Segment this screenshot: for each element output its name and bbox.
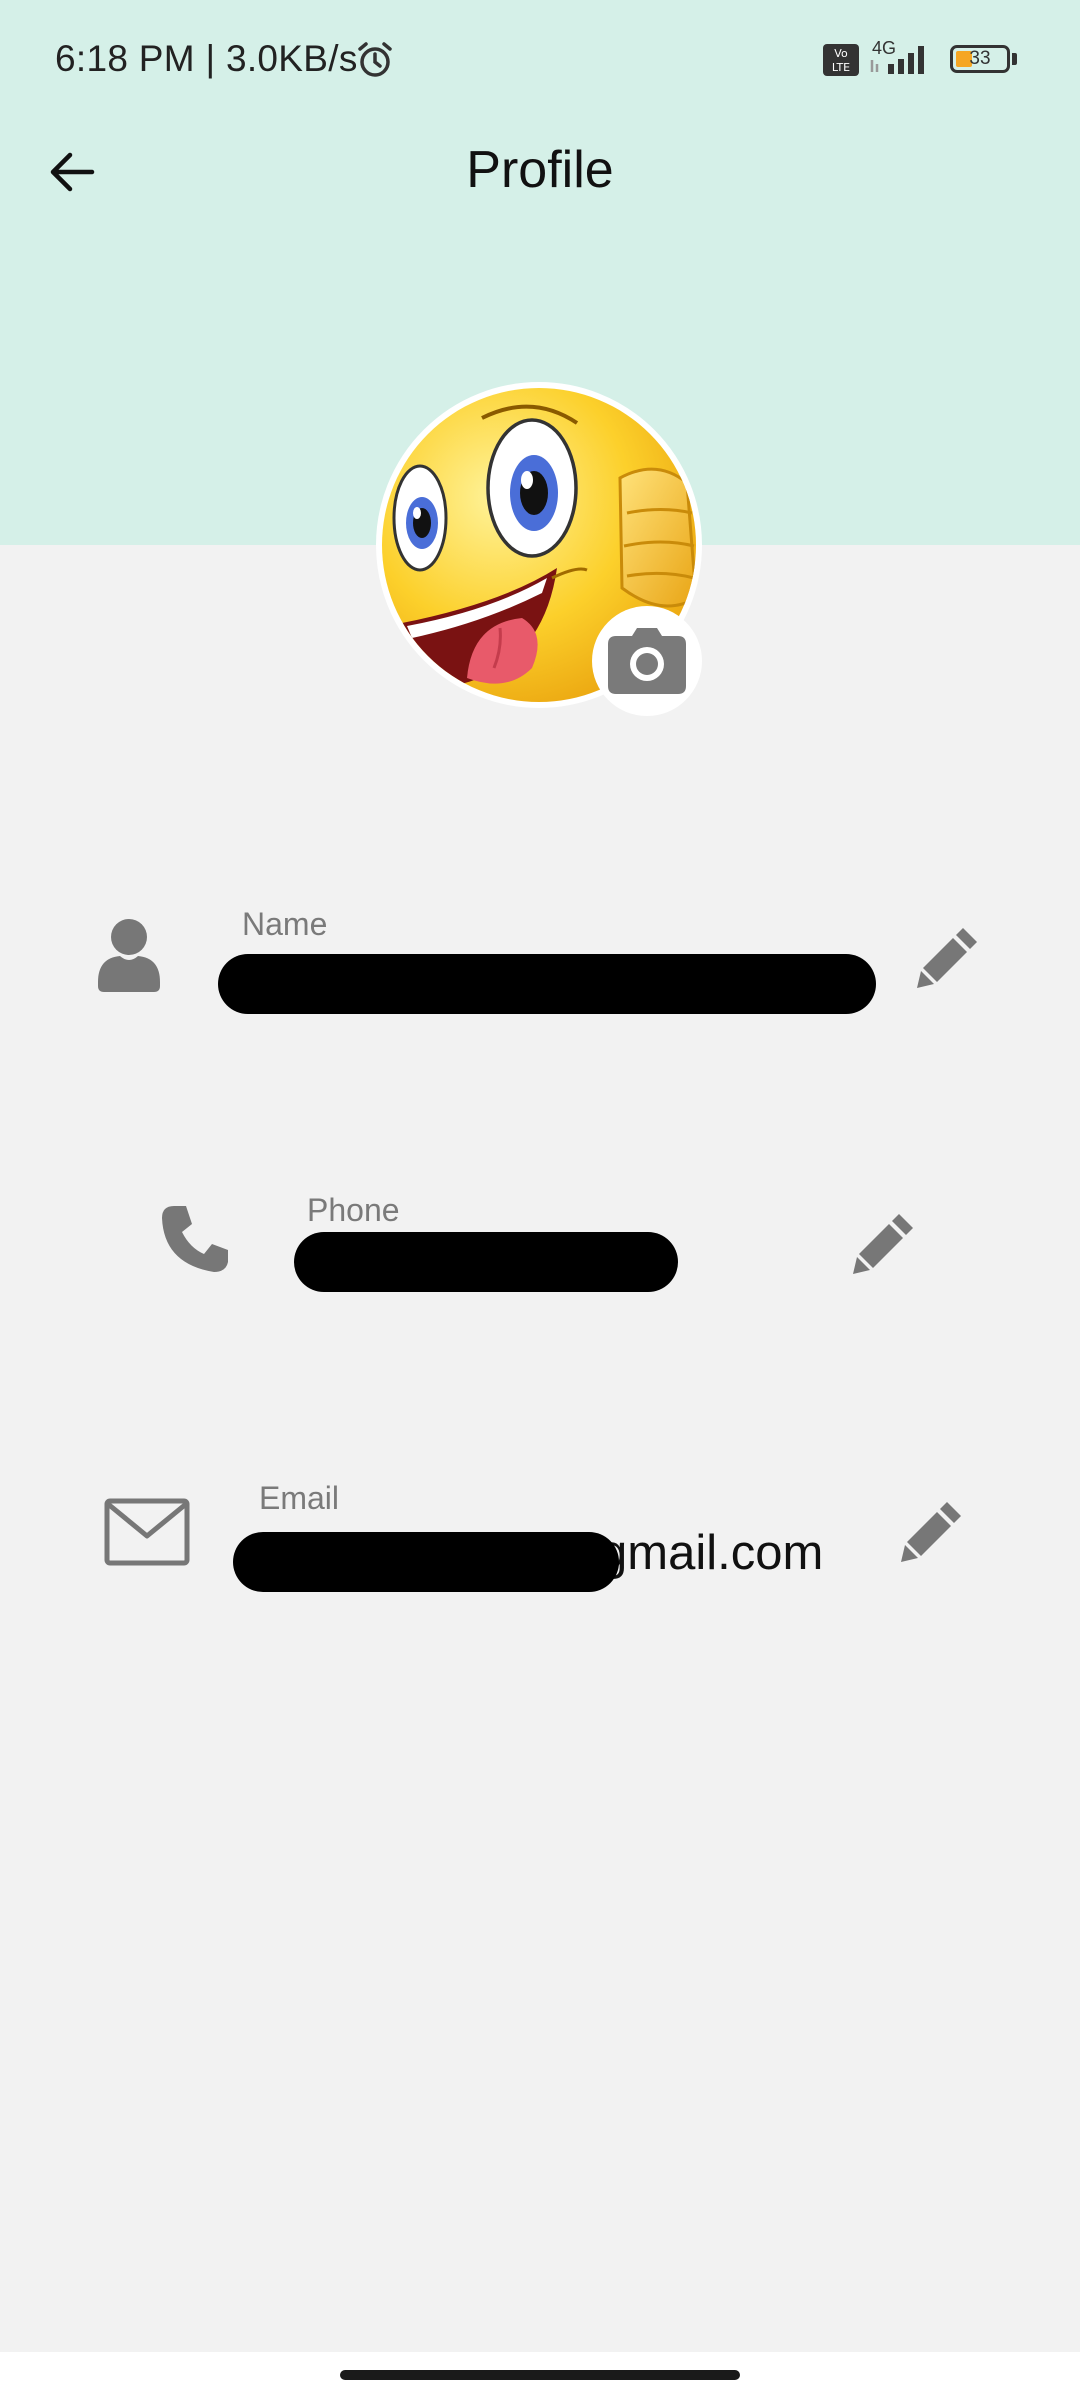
svg-text:Vo: Vo	[834, 47, 848, 60]
edit-phone-button[interactable]	[849, 1208, 919, 1278]
name-value-redacted[interactable]	[218, 954, 876, 1014]
phone-label: Phone	[307, 1192, 400, 1228]
camera-icon	[608, 628, 686, 694]
status-bar: 6:18 PM | 3.0KB/s Vo LTE 4G 33	[0, 0, 1080, 120]
page-title: Profile	[466, 141, 614, 199]
pencil-icon	[917, 928, 977, 988]
battery-tip	[1012, 53, 1017, 65]
svg-text:LTE: LTE	[832, 61, 850, 74]
battery-icon: 33	[950, 45, 1010, 73]
email-value-redacted[interactable]	[233, 1532, 619, 1592]
status-time: 6:18 PM | 3.0KB/s	[55, 38, 358, 79]
home-indicator[interactable]	[340, 2370, 740, 2380]
edit-email-button[interactable]	[897, 1496, 967, 1566]
pencil-icon	[853, 1214, 913, 1274]
phone-icon	[160, 1204, 230, 1279]
name-label: Name	[242, 906, 328, 942]
email-label: Email	[259, 1480, 340, 1516]
signal-strength-icon	[868, 42, 938, 81]
phone-value-redacted[interactable]	[294, 1232, 678, 1292]
email-value-suffix: gmail.com	[600, 1526, 824, 1580]
battery-level: 33	[969, 48, 991, 69]
pencil-icon	[901, 1502, 961, 1562]
envelope-icon	[104, 1498, 190, 1571]
edit-name-button[interactable]	[913, 922, 983, 992]
change-photo-button[interactable]	[592, 606, 702, 716]
alarm-clock-icon	[355, 40, 395, 85]
person-icon	[98, 918, 160, 997]
volte-icon: Vo LTE	[823, 44, 859, 81]
